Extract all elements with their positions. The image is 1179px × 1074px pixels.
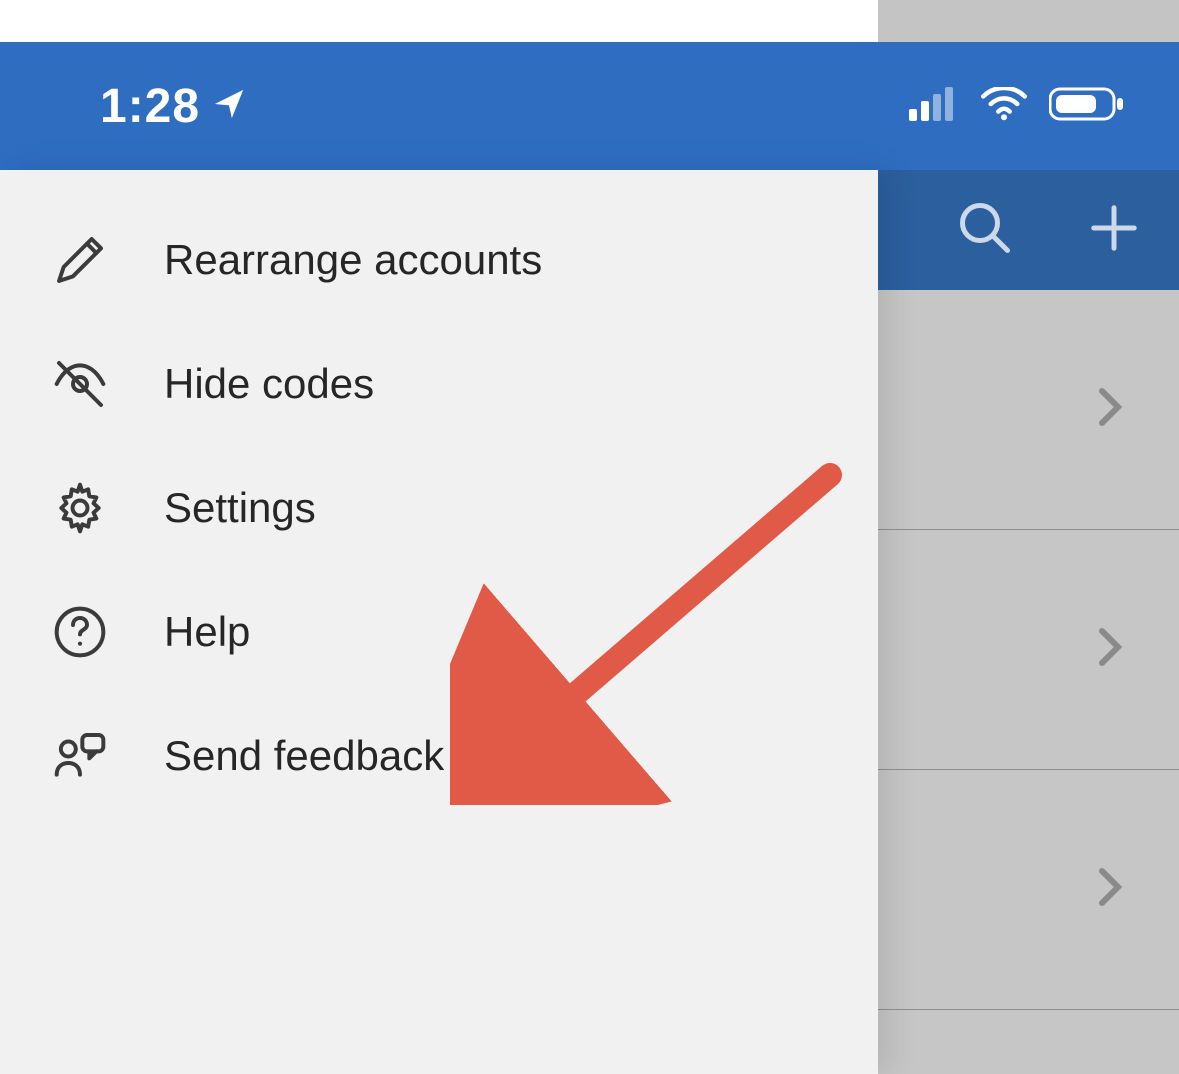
status-time: 1:28 bbox=[100, 79, 200, 134]
status-right bbox=[909, 86, 1125, 127]
list-item[interactable] bbox=[878, 530, 1179, 770]
menu-item-label: Help bbox=[164, 608, 250, 656]
location-arrow-icon bbox=[212, 87, 246, 126]
menu-item-settings[interactable]: Settings bbox=[0, 446, 878, 570]
add-icon[interactable] bbox=[1087, 201, 1141, 260]
search-icon[interactable] bbox=[955, 198, 1015, 263]
list-item[interactable] bbox=[878, 290, 1179, 530]
list-item[interactable] bbox=[878, 770, 1179, 1010]
feedback-icon bbox=[50, 726, 110, 786]
settings-icon bbox=[50, 478, 110, 538]
side-drawer: Rearrange accounts Hide codes Settings bbox=[0, 170, 878, 1074]
wifi-icon bbox=[981, 87, 1027, 126]
chevron-right-icon bbox=[1097, 387, 1123, 432]
cellular-signal-icon bbox=[909, 87, 959, 126]
chevron-right-icon bbox=[1097, 627, 1123, 672]
chevron-right-icon bbox=[1097, 867, 1123, 912]
background-account-list bbox=[878, 290, 1179, 1074]
menu-item-rearrange-accounts[interactable]: Rearrange accounts bbox=[0, 170, 878, 322]
menu-item-label: Send feedback bbox=[164, 732, 444, 780]
edit-icon bbox=[50, 230, 110, 290]
status-left: 1:28 bbox=[100, 79, 246, 134]
hide-icon bbox=[50, 354, 110, 414]
status-bar: 1:28 bbox=[0, 42, 1179, 170]
menu-item-label: Rearrange accounts bbox=[164, 236, 542, 284]
battery-icon bbox=[1049, 86, 1125, 127]
help-icon bbox=[50, 602, 110, 662]
page-background-strip bbox=[0, 0, 878, 42]
menu-item-send-feedback[interactable]: Send feedback bbox=[0, 694, 878, 818]
menu-item-help[interactable]: Help bbox=[0, 570, 878, 694]
menu-item-label: Settings bbox=[164, 484, 316, 532]
menu-item-label: Hide codes bbox=[164, 360, 374, 408]
menu-item-hide-codes[interactable]: Hide codes bbox=[0, 322, 878, 446]
